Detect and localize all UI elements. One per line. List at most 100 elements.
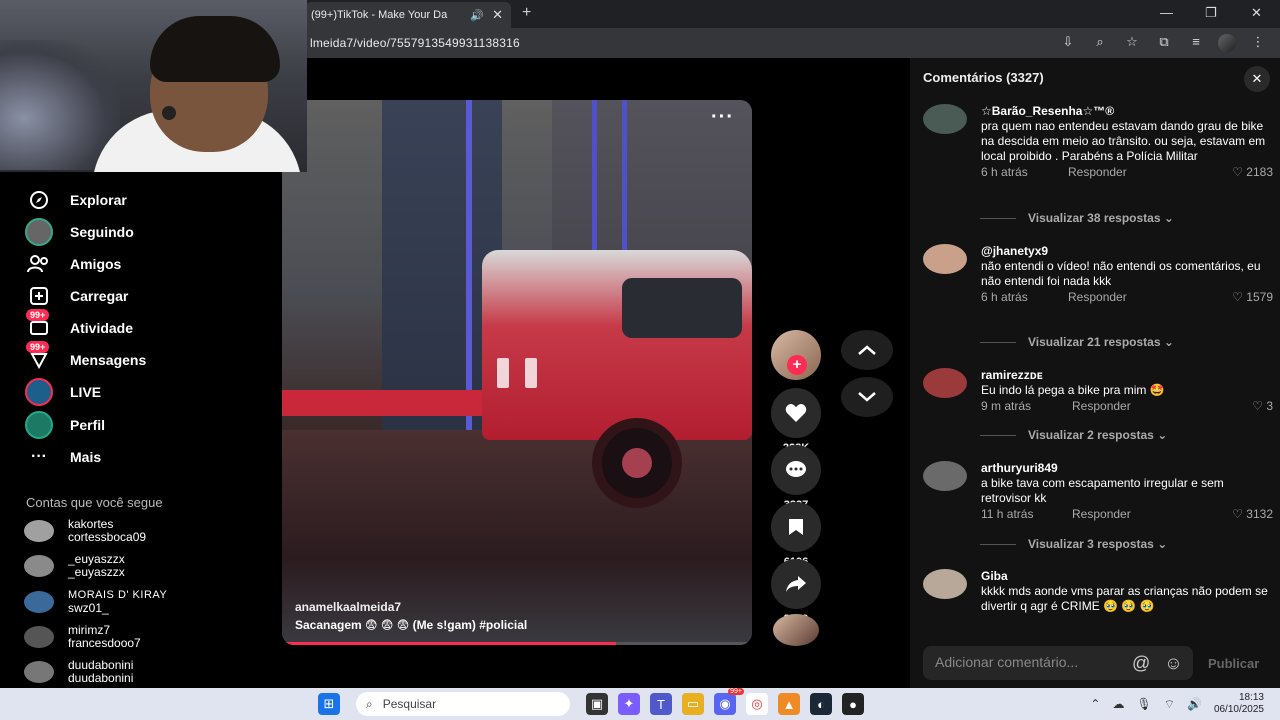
reply-button[interactable]: Responder: [1068, 290, 1127, 304]
profile-avatar-icon[interactable]: [1218, 34, 1236, 52]
url-text[interactable]: lmeida7/video/7557913549931138316: [310, 36, 520, 50]
reply-button[interactable]: Responder: [1072, 399, 1131, 413]
comment-user[interactable]: ☆Barão_Resenha☆™®: [981, 104, 1273, 118]
view-replies-button[interactable]: Visualizar 2 respostas ⌄: [980, 428, 1167, 442]
comment-like-button[interactable]: ♡ 1579: [1232, 290, 1273, 304]
task-view-icon[interactable]: ▣: [586, 693, 608, 715]
next-video-button[interactable]: [841, 377, 893, 417]
system-tray: ⌃ ☁ 🎙 ⌔ 🔊 18:13 06/10/2025: [1090, 692, 1264, 716]
view-replies-button[interactable]: Visualizar 21 respostas ⌄: [980, 335, 1174, 349]
activity-icon: 99+: [24, 309, 54, 339]
view-replies-button[interactable]: Visualizar 3 respostas ⌄: [980, 537, 1167, 551]
window-close-icon[interactable]: ✕: [1251, 5, 1262, 21]
windows-start-icon[interactable]: ⊞: [318, 693, 340, 715]
media-control-icon[interactable]: ≡: [1186, 34, 1206, 52]
mention-icon[interactable]: @: [1132, 653, 1150, 674]
discord-icon[interactable]: ◉ 99+: [714, 688, 744, 715]
comment-user[interactable]: @jhanetyx9: [981, 244, 1273, 258]
video-more-icon[interactable]: ···: [711, 106, 734, 129]
following-item[interactable]: mirimz7 francesdooo7: [24, 623, 141, 651]
steam-icon[interactable]: ◐: [810, 693, 832, 715]
view-replies-button[interactable]: Visualizar 38 respostas ⌄: [980, 211, 1174, 225]
chevron-up-icon[interactable]: ⌃: [1090, 697, 1100, 711]
avatar[interactable]: [923, 569, 967, 599]
browser-menu-icon[interactable]: ⋮: [1248, 34, 1268, 52]
app-icon[interactable]: ▲: [778, 693, 800, 715]
sidebar-item-atividade[interactable]: 99+ Atividade: [24, 309, 133, 340]
following-item[interactable]: duudabonini duudabonini: [24, 658, 133, 686]
avatar[interactable]: [923, 104, 967, 134]
restore-icon[interactable]: ❐: [1205, 5, 1217, 21]
previous-video-button[interactable]: [841, 330, 893, 370]
taskbar-search[interactable]: ⌕ Pesquisar: [356, 692, 570, 716]
comment-like-button[interactable]: ♡ 3132: [1232, 507, 1273, 521]
sidebar-item-mais[interactable]: ··· Mais: [24, 445, 101, 469]
video-frame: [482, 250, 752, 440]
video-frame: [592, 418, 682, 508]
volume-icon[interactable]: 🔊: [1187, 697, 1202, 711]
tab-title: (99+)TikTok - Make Your Da: [311, 9, 448, 21]
video-progress[interactable]: [282, 642, 752, 645]
comment-like-button[interactable]: ♡ 3: [1252, 399, 1273, 413]
follow-plus-icon[interactable]: +: [787, 355, 807, 375]
comment-user[interactable]: Giba: [981, 569, 1273, 583]
minimize-icon[interactable]: —: [1160, 5, 1173, 20]
browser-tab[interactable]: (99+)TikTok - Make Your Da 🔊 ✕: [305, 2, 511, 28]
following-item[interactable]: _euyaszzx _euyaszzx: [24, 552, 125, 580]
pause-icon[interactable]: [497, 358, 537, 388]
reply-button[interactable]: Responder: [1068, 165, 1127, 179]
obs-icon[interactable]: ●: [842, 693, 864, 715]
install-app-icon[interactable]: ⇩: [1058, 34, 1078, 52]
zoom-icon[interactable]: ⌕: [1090, 34, 1110, 52]
following-item[interactable]: kakortes cortessboca09: [24, 517, 146, 545]
comment-user[interactable]: ramirezzᴅᴇ: [981, 368, 1273, 382]
sidebar-item-explorar[interactable]: Explorar: [24, 188, 127, 212]
sidebar-item-carregar[interactable]: Carregar: [24, 284, 128, 308]
sidebar-item-live[interactable]: LIVE: [24, 378, 101, 406]
bookmark-star-icon[interactable]: ☆: [1122, 34, 1142, 52]
comment-user[interactable]: arthuryuri849: [981, 461, 1273, 475]
microphone-icon[interactable]: 🎙: [1136, 697, 1151, 711]
clock[interactable]: 18:13 06/10/2025: [1214, 692, 1264, 716]
file-explorer-icon[interactable]: ▭: [682, 693, 704, 715]
new-tab-icon[interactable]: +: [522, 4, 531, 22]
comment-time: 11 h atrás: [981, 507, 1034, 521]
sidebar-item-label: Amigos: [70, 256, 122, 272]
speaker-icon[interactable]: 🔊: [470, 9, 484, 22]
wifi-icon[interactable]: ⌔: [1164, 697, 1175, 712]
avatar[interactable]: [923, 244, 967, 274]
sidebar-item-amigos[interactable]: Amigos: [24, 252, 121, 276]
emoji-icon[interactable]: ☺: [1164, 653, 1182, 674]
close-comments-button[interactable]: ✕: [1244, 66, 1270, 92]
comment-like-count: 1579: [1246, 290, 1273, 304]
sidebar-item-label: Explorar: [70, 192, 127, 208]
following-handle: cortessboca09: [68, 530, 147, 544]
bookmark-icon: [771, 502, 821, 552]
sidebar-item-mensagens[interactable]: 99+ Mensagens: [24, 341, 146, 372]
avatar[interactable]: [923, 461, 967, 491]
video-author[interactable]: anamelkaalmeida7: [295, 600, 401, 614]
sidebar-item-label: Seguindo: [70, 224, 134, 240]
chevron-up-icon: [858, 345, 876, 355]
extensions-icon[interactable]: ⧉: [1154, 34, 1174, 52]
following-item[interactable]: MORAIS D' KIRAY swz01_: [24, 588, 167, 616]
plus-square-icon: [24, 285, 54, 307]
sidebar-item-seguindo[interactable]: Seguindo: [24, 218, 134, 246]
music-disc-icon[interactable]: [773, 614, 819, 646]
avatar[interactable]: [923, 368, 967, 398]
reply-button[interactable]: Responder: [1072, 507, 1131, 521]
cloud-icon[interactable]: ☁: [1112, 697, 1124, 711]
comment-text: pra quem nao entendeu estavam dando grau…: [981, 119, 1266, 163]
post-comment-button[interactable]: Publicar: [1208, 656, 1259, 671]
chrome-icon[interactable]: ◎: [746, 693, 768, 715]
comment-like-button[interactable]: ♡ 2183: [1232, 165, 1273, 179]
close-tab-icon[interactable]: ✕: [492, 7, 503, 23]
teams-icon[interactable]: T: [650, 693, 672, 715]
discord-badge: 99+: [728, 688, 744, 695]
sidebar-item-perfil[interactable]: Perfil: [24, 411, 105, 439]
copilot-icon[interactable]: ✦: [618, 693, 640, 715]
video-player[interactable]: ··· anamelkaalmeida7 Sacanagem 😨 😨 😨 (Me…: [282, 100, 752, 645]
webcam-overlay: [0, 0, 307, 172]
comment-time: 9 m atrás: [981, 399, 1032, 413]
comment-text: kkkk mds aonde vms parar as crianças não…: [981, 584, 1268, 613]
